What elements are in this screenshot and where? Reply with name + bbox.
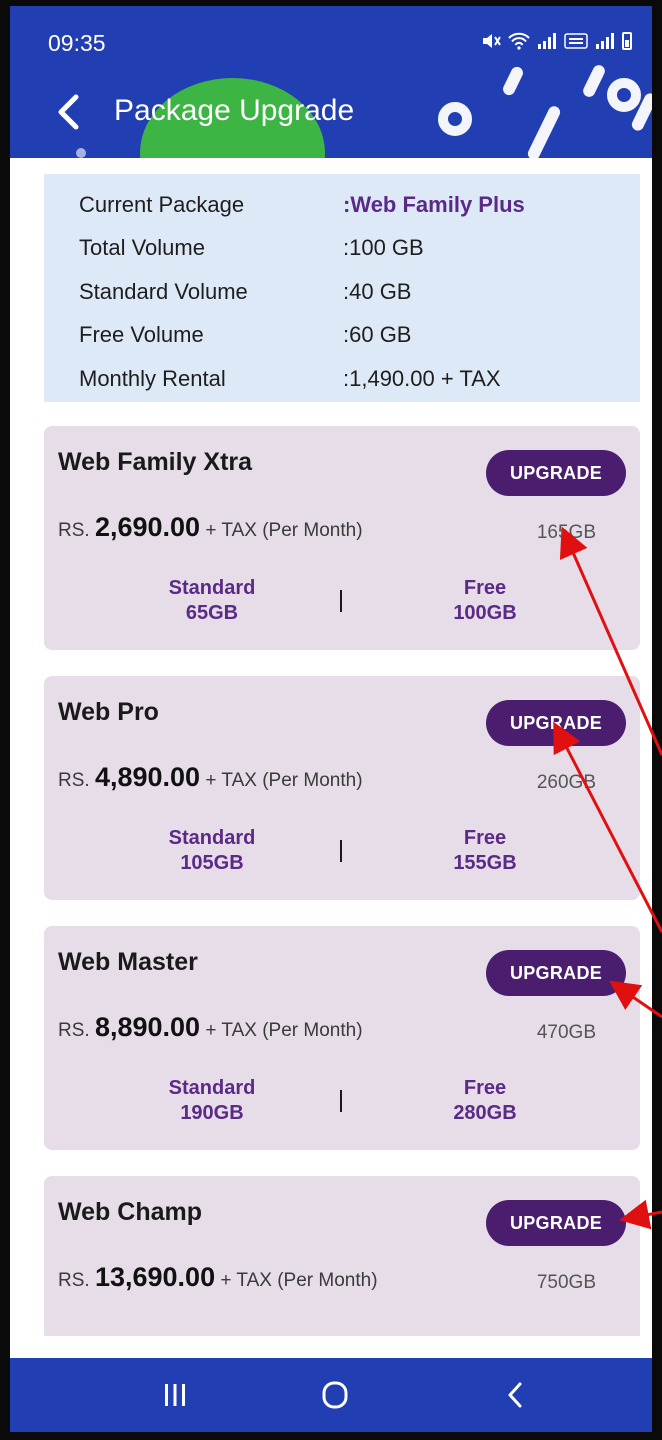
standard-label: Standard: [168, 1077, 256, 1099]
split-divider: [340, 590, 342, 612]
standard-volume: Standard 65GB: [132, 576, 292, 626]
standard-label: Standard: [168, 577, 256, 599]
price-amount: 2,690.00: [94, 512, 201, 542]
home-icon: [322, 1381, 348, 1409]
summary-label: Current Package: [79, 192, 245, 217]
summary-value: :Web Family Plus: [343, 192, 525, 217]
summary-value: :60 GB: [343, 322, 412, 347]
recents-icon: [165, 1384, 185, 1406]
free-value: 155GB: [453, 852, 517, 874]
upgrade-button[interactable]: UPGRADE: [486, 700, 626, 746]
price-suffix: + TAX (Per Month): [205, 520, 363, 541]
summary-value: :100 GB: [343, 235, 424, 260]
status-icons: [480, 32, 632, 50]
price-suffix: + TAX (Per Month): [205, 770, 363, 791]
price-amount: 4,890.00: [94, 762, 201, 792]
package-name: Web Pro: [58, 698, 159, 726]
home-button[interactable]: [310, 1378, 360, 1412]
summary-row-monthly-rental: Monthly Rental :1,490.00 + TAX: [79, 366, 501, 392]
upgrade-button[interactable]: UPGRADE: [486, 950, 626, 996]
package-volume: 750GB: [536, 1272, 596, 1293]
package-card: Web Master UPGRADE RS. 8,890.00 + TAX (P…: [44, 926, 640, 1150]
standard-value: 190GB: [180, 1102, 244, 1124]
recents-button[interactable]: [150, 1378, 200, 1412]
status-time: 09:35: [48, 30, 106, 56]
price-suffix: + TAX (Per Month): [205, 1020, 363, 1041]
standard-label: Standard: [168, 827, 256, 849]
package-volume: 470GB: [536, 1022, 596, 1043]
summary-row-current-package: Current Package :Web Family Plus: [79, 192, 525, 218]
upgrade-button[interactable]: UPGRADE: [486, 450, 626, 496]
header-decoration-dot: [76, 148, 86, 158]
price-amount: 13,690.00: [94, 1262, 216, 1292]
current-package-summary: Current Package :Web Family Plus Total V…: [44, 174, 640, 402]
free-label: Free: [463, 577, 507, 599]
volte-lte-icon: [564, 33, 588, 49]
summary-value: :40 GB: [343, 279, 412, 304]
free-volume: Free 100GB: [405, 576, 565, 626]
standard-value: 65GB: [185, 602, 239, 624]
summary-label: Free Volume: [79, 322, 204, 347]
free-label: Free: [463, 1077, 507, 1099]
summary-row-standard-volume: Standard Volume :40 GB: [79, 279, 411, 305]
package-name: Web Family Xtra: [58, 448, 253, 476]
app-header: 09:35 Package Upgrade: [10, 6, 652, 158]
package-price: RS. 8,890.00 + TAX (Per Month): [58, 1012, 363, 1043]
currency-label: RS.: [58, 770, 90, 791]
upgrade-button[interactable]: UPGRADE: [486, 1200, 626, 1246]
phone-screen: 09:35 Package Upgrade Current Package:W…: [10, 6, 652, 1432]
volume-split: Standard 65GB Free 100GB: [44, 576, 640, 636]
standard-value: 105GB: [180, 852, 244, 874]
split-divider: [340, 1090, 342, 1112]
package-volume: 260GB: [536, 772, 596, 793]
package-name: Web Master: [58, 948, 198, 976]
back-button[interactable]: [48, 90, 88, 134]
currency-label: RS.: [58, 520, 90, 541]
currency-label: RS.: [58, 1270, 90, 1291]
summary-label: Monthly Rental: [79, 366, 226, 391]
summary-row-total-volume: Total Volume :100 GB: [79, 235, 424, 261]
package-card: Web Pro UPGRADE RS. 4,890.00 + TAX (Per …: [44, 676, 640, 900]
system-navigation-bar: [10, 1358, 652, 1432]
page-title: Package Upgrade: [114, 94, 355, 127]
currency-label: RS.: [58, 1020, 90, 1041]
summary-row-free-volume: Free Volume :60 GB: [79, 322, 411, 348]
header-decoration-ring: [438, 102, 472, 136]
volume-split: Standard 190GB Free 280GB: [44, 1076, 640, 1136]
free-volume: Free 155GB: [405, 826, 565, 876]
free-volume: Free 280GB: [405, 1076, 565, 1126]
signal-icon-2: [596, 33, 614, 49]
header-decoration-slash: [525, 104, 563, 158]
signal-icon: [538, 33, 556, 49]
nav-back-button[interactable]: [490, 1378, 540, 1412]
package-price: RS. 13,690.00 + TAX (Per Month): [58, 1262, 378, 1293]
volume-split: Standard 105GB Free 155GB: [44, 826, 640, 886]
split-divider: [340, 840, 342, 862]
price-suffix: + TAX (Per Month): [220, 1270, 378, 1291]
free-label: Free: [463, 827, 507, 849]
package-card: Web Champ UPGRADE RS. 13,690.00 + TAX (P…: [44, 1176, 640, 1336]
price-amount: 8,890.00: [94, 1012, 201, 1042]
package-price: RS. 4,890.00 + TAX (Per Month): [58, 762, 363, 793]
back-icon: [508, 1382, 522, 1408]
summary-label: Standard Volume: [79, 279, 248, 304]
summary-value: :1,490.00 + TAX: [343, 366, 501, 391]
summary-label: Total Volume: [79, 235, 205, 260]
standard-volume: Standard 190GB: [132, 1076, 292, 1126]
package-card: Web Family Xtra UPGRADE RS. 2,690.00 + T…: [44, 426, 640, 650]
standard-volume: Standard 105GB: [132, 826, 292, 876]
wifi-icon: [508, 32, 530, 50]
chevron-left-icon: [58, 94, 79, 130]
package-name: Web Champ: [58, 1198, 202, 1226]
battery-icon: [622, 32, 632, 50]
package-volume: 165GB: [536, 522, 596, 543]
header-decoration-ring: [607, 78, 641, 112]
free-value: 100GB: [453, 602, 517, 624]
package-price: RS. 2,690.00 + TAX (Per Month): [58, 512, 363, 543]
mute-icon: [483, 34, 501, 48]
status-bar: 09:35: [10, 6, 652, 76]
free-value: 280GB: [453, 1102, 517, 1124]
